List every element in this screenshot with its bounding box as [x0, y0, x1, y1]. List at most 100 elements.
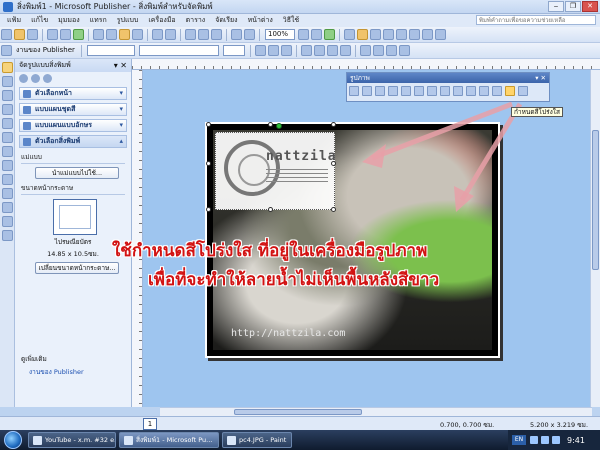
forward-icon[interactable]	[31, 73, 40, 83]
watermark-picture[interactable]: nattzila	[215, 132, 336, 210]
line-color-icon[interactable]	[370, 29, 381, 40]
paste-icon[interactable]	[119, 29, 130, 40]
apply-template-button[interactable]: นำแม่แบบไปใช้...	[35, 167, 119, 179]
decrease-indent-icon[interactable]	[385, 45, 397, 56]
help-icon[interactable]	[324, 29, 335, 40]
print-icon[interactable]	[47, 29, 58, 40]
set-transparent-color-icon[interactable]	[505, 86, 515, 96]
zoom-out-icon[interactable]	[298, 29, 309, 40]
undo-icon[interactable]	[152, 29, 163, 40]
rotate-handle[interactable]	[276, 123, 282, 129]
section-page-options[interactable]: ตัวเลือกหน้า ▾	[19, 87, 127, 100]
section-color-schemes[interactable]: แบบแผนชุดสี ▾	[19, 103, 127, 116]
page-navigator[interactable]: 1	[143, 418, 157, 430]
spelling-icon[interactable]	[73, 29, 84, 40]
change-paper-size-button[interactable]: เปลี่ยนขนาดหน้ากระดาษ...	[35, 262, 119, 274]
line-style-icon[interactable]	[383, 29, 394, 40]
redo-icon[interactable]	[165, 29, 176, 40]
insert-hyperlink-icon[interactable]	[231, 29, 242, 40]
scroll-thumb[interactable]	[592, 130, 599, 270]
form-control-icon[interactable]	[2, 216, 13, 227]
resize-handle[interactable]	[206, 207, 211, 212]
menu-arrange[interactable]: จัดเรียง	[210, 15, 242, 26]
bullets-icon[interactable]	[372, 45, 384, 56]
3d-style-icon[interactable]	[435, 29, 446, 40]
menu-format[interactable]: รูปแบบ	[112, 15, 144, 26]
crop-icon[interactable]	[427, 86, 437, 96]
format-picture-icon[interactable]	[466, 86, 476, 96]
menu-view[interactable]: มุมมอง	[53, 15, 84, 26]
line-style-icon[interactable]	[440, 86, 450, 96]
section-publication-options[interactable]: ตัวเลือกสิ่งพิมพ์ ▴	[19, 135, 127, 148]
menu-edit[interactable]: แก้ไข	[26, 15, 53, 26]
menu-file[interactable]: แฟ้ม	[2, 15, 26, 26]
reset-picture-icon[interactable]	[518, 86, 528, 96]
close-icon[interactable]: ▾ ✕	[535, 73, 546, 83]
font-select[interactable]	[138, 45, 219, 56]
arrow-style-icon[interactable]	[409, 29, 420, 40]
format-painter-icon[interactable]	[132, 29, 143, 40]
compress-pictures-icon[interactable]	[479, 86, 489, 96]
less-brightness-icon[interactable]	[414, 86, 424, 96]
fill-color-icon[interactable]	[357, 29, 368, 40]
zoom-select[interactable]: 100%	[265, 29, 295, 40]
clock[interactable]: 9:41	[567, 436, 585, 445]
horizontal-ruler[interactable]	[132, 59, 600, 70]
bold-icon[interactable]	[254, 45, 266, 56]
network-icon[interactable]	[530, 436, 538, 444]
color-icon[interactable]	[362, 86, 372, 96]
text-wrapping-icon[interactable]	[453, 86, 463, 96]
menu-window[interactable]: หน้าต่าง	[243, 15, 278, 26]
select-objects-icon[interactable]	[2, 62, 13, 73]
resize-handle[interactable]	[331, 122, 336, 127]
help-search-input[interactable]: พิมพ์คำถามเพื่อขอความช่วยเหลือ	[476, 15, 596, 25]
task-pane-icon[interactable]	[1, 45, 12, 56]
menu-table[interactable]: ตาราง	[181, 15, 211, 26]
resize-handle[interactable]	[331, 207, 336, 212]
taskbar-item-publisher[interactable]: สิ่งพิมพ์1 - Microsoft Pu...	[119, 432, 219, 448]
publisher-tasks-button[interactable]: งานของ Publisher	[13, 45, 78, 56]
more-brightness-icon[interactable]	[401, 86, 411, 96]
menu-tools[interactable]: เครื่องมือ	[143, 15, 180, 26]
save-icon[interactable]	[27, 29, 38, 40]
volume-icon[interactable]	[541, 436, 549, 444]
special-characters-icon[interactable]	[244, 29, 255, 40]
resize-handle[interactable]	[268, 122, 273, 127]
language-indicator[interactable]: EN	[512, 435, 526, 445]
resize-handle[interactable]	[206, 122, 211, 127]
back-icon[interactable]	[19, 73, 28, 83]
minimize-button[interactable]: ‒	[548, 1, 564, 12]
scroll-thumb[interactable]	[234, 409, 362, 415]
taskbar-item-paint[interactable]: pc4.JPG - Paint	[222, 432, 292, 448]
zoom-in-icon[interactable]	[311, 29, 322, 40]
hot-spot-icon[interactable]	[2, 202, 13, 213]
style-select[interactable]	[86, 45, 135, 56]
security-icon[interactable]	[552, 436, 560, 444]
home-icon[interactable]	[43, 73, 52, 83]
numbering-icon[interactable]	[359, 45, 371, 56]
more-contrast-icon[interactable]	[375, 86, 385, 96]
shadow-style-icon[interactable]	[422, 29, 433, 40]
copy-icon[interactable]	[106, 29, 117, 40]
rotate-icon[interactable]	[211, 29, 222, 40]
resize-handle[interactable]	[206, 161, 211, 166]
print-preview-icon[interactable]	[60, 29, 71, 40]
publisher-tasks-link[interactable]: งานของ Publisher	[29, 367, 84, 377]
horizontal-scrollbar[interactable]	[160, 407, 592, 416]
cut-icon[interactable]	[93, 29, 104, 40]
close-button[interactable]: ✕	[582, 1, 598, 12]
start-button[interactable]	[4, 431, 22, 449]
oval-icon[interactable]	[2, 160, 13, 171]
close-icon[interactable]: ▾ ✕	[114, 59, 127, 72]
restore-button[interactable]: ❐	[565, 1, 581, 12]
taskbar-item-youtube[interactable]: YouTube - x.m. #32 e...	[28, 432, 116, 448]
text-box-icon[interactable]	[2, 76, 13, 87]
insert-table-icon[interactable]	[2, 90, 13, 101]
rectangle-icon[interactable]	[2, 174, 13, 185]
align-center-icon[interactable]	[313, 45, 325, 56]
open-icon[interactable]	[14, 29, 25, 40]
insert-picture-icon[interactable]	[349, 86, 359, 96]
font-size-select[interactable]	[222, 45, 245, 56]
resize-handle[interactable]	[331, 161, 336, 166]
section-font-schemes[interactable]: แบบแผนแบบอักษร ▾	[19, 119, 127, 132]
